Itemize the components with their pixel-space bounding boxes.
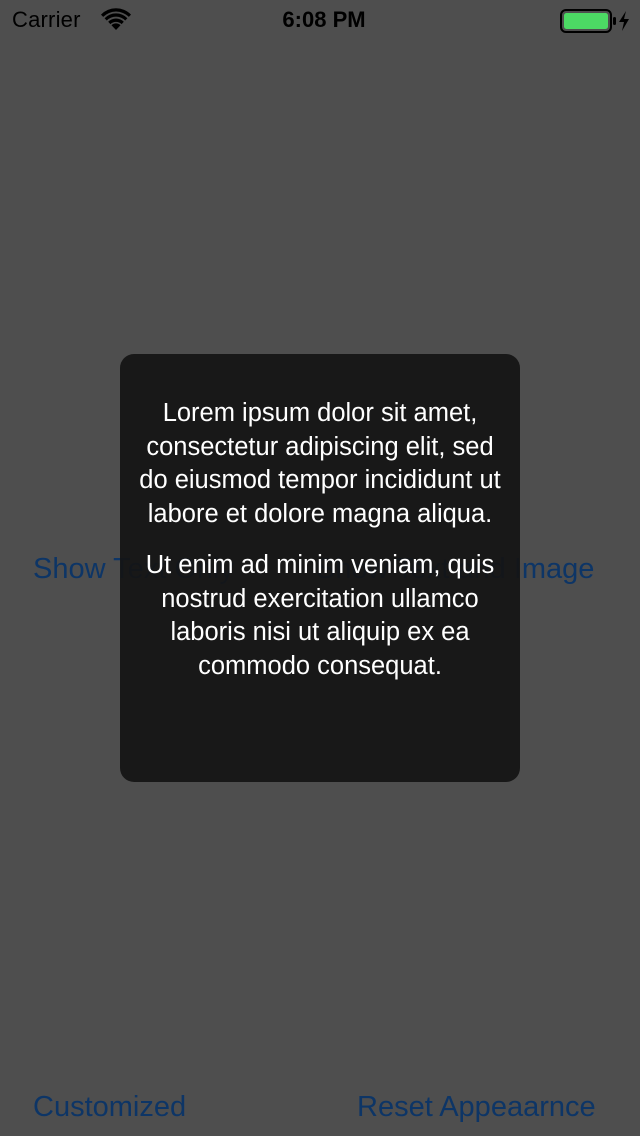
- status-bar: Carrier 6:08 PM: [0, 0, 640, 40]
- toast-paragraph-2: Ut enim ad minim veniam, quis nostrud ex…: [145, 551, 495, 680]
- toast-paragraph-1: Lorem ipsum dolor sit amet, consectetur …: [139, 399, 501, 528]
- customized-button[interactable]: Customized: [33, 1090, 186, 1124]
- battery-charging-icon: [560, 9, 632, 33]
- toast-message: Lorem ipsum dolor sit amet, consectetur …: [120, 354, 520, 782]
- status-time: 6:08 PM: [282, 7, 366, 32]
- reset-appearance-button[interactable]: Reset Appeaarnce: [357, 1090, 596, 1124]
